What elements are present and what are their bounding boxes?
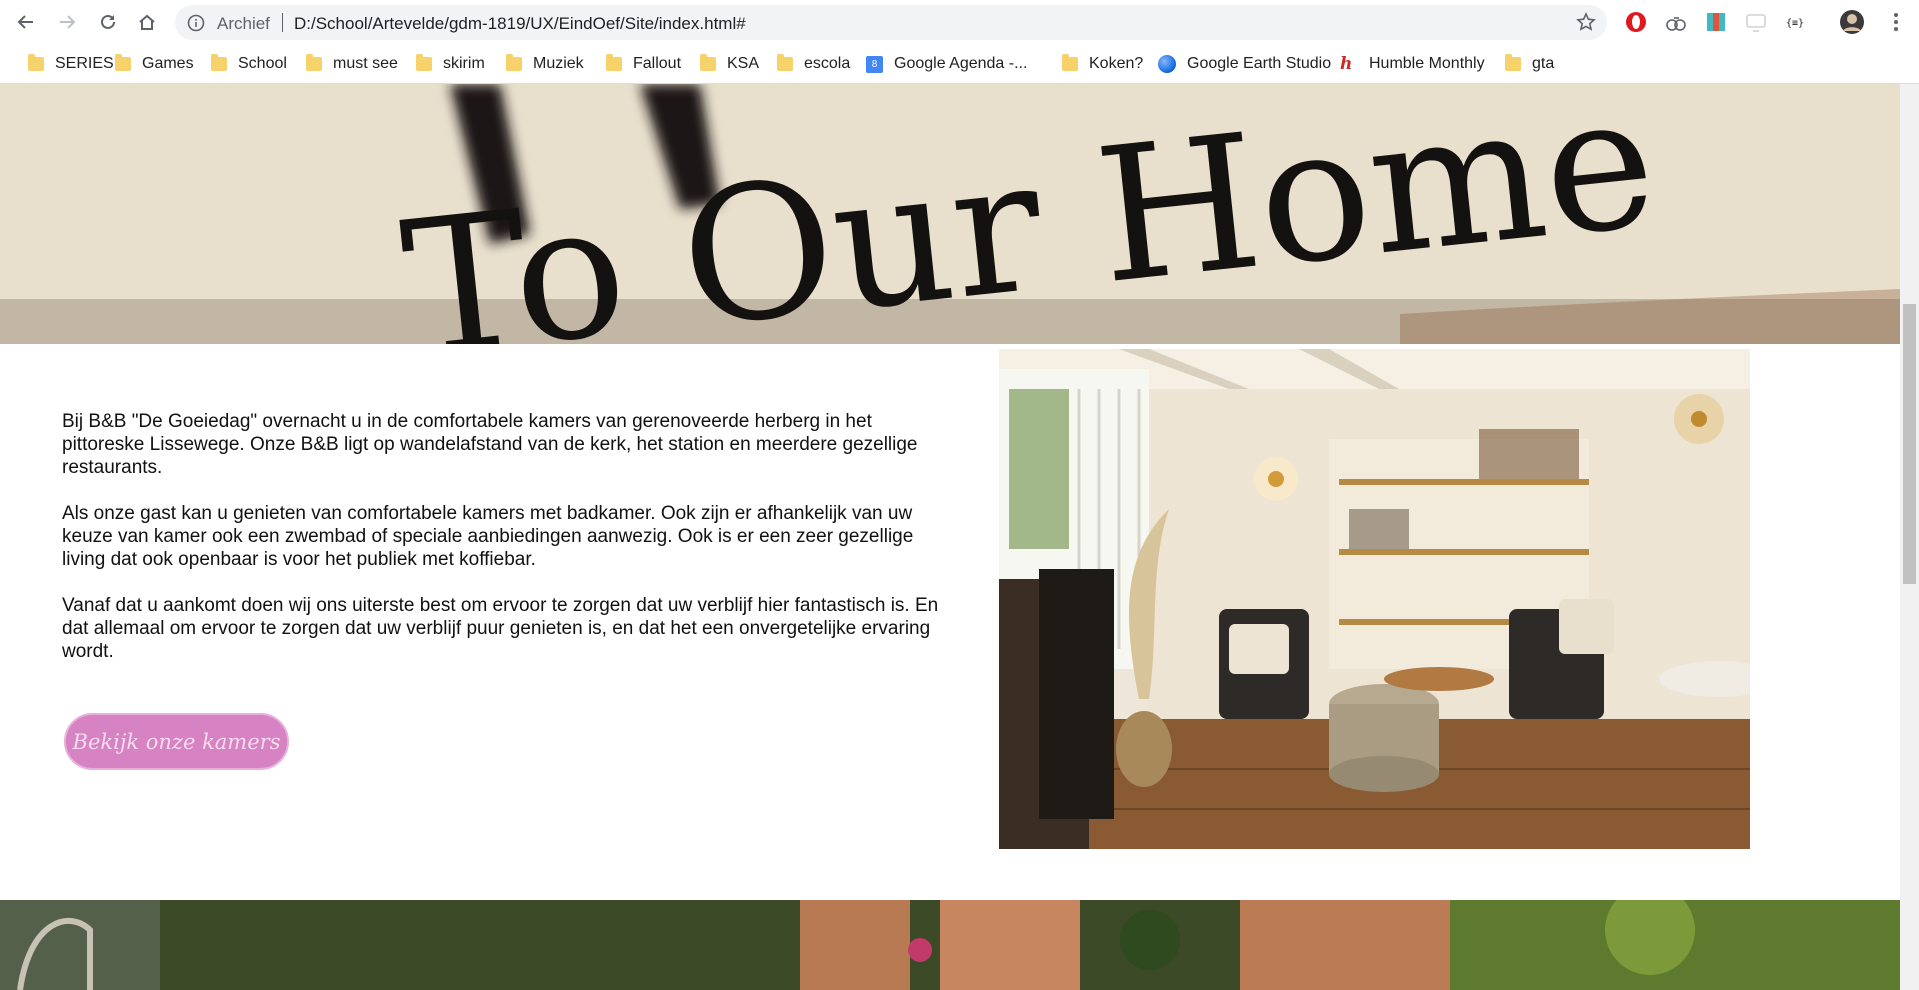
arrow-right-icon: [60, 15, 76, 29]
back-button[interactable]: [10, 6, 42, 38]
bookmark-google-agenda[interactable]: 8 Google Agenda -...: [866, 53, 1027, 75]
garden-photo-strip: [0, 900, 1900, 990]
bookmark-school[interactable]: School: [211, 53, 287, 75]
forward-button[interactable]: [51, 6, 83, 38]
profile-icon[interactable]: [1839, 9, 1865, 35]
intro-paragraph: Bij B&B "De Goeiedag" overnacht u in de …: [62, 411, 918, 478]
bookmark-must-see[interactable]: must see: [306, 53, 398, 75]
reload-button[interactable]: [92, 6, 124, 38]
folder-icon: [700, 54, 716, 71]
address-bar[interactable]: Archief D:/School/Artevelde/gdm-1819/UX/…: [175, 5, 1607, 40]
home-icon: [139, 14, 155, 30]
bookmark-series[interactable]: SERIES: [28, 53, 114, 75]
home-button[interactable]: [131, 6, 163, 38]
bookmark-fallout[interactable]: Fallout: [606, 53, 681, 75]
earth-icon: [1158, 55, 1176, 73]
address-scheme-label: Archief: [217, 14, 270, 33]
intro-paragraph: Als onze gast kan u genieten van comfort…: [62, 503, 914, 570]
hero-sign-image: To Our Home: [0, 84, 1900, 344]
intro-paragraph: Vanaf dat u aankomt doen wij ons uiterst…: [62, 595, 939, 662]
bookmark-muziek[interactable]: Muziek: [506, 53, 584, 75]
extension-icon[interactable]: [1745, 11, 1767, 33]
info-icon[interactable]: [187, 14, 205, 37]
folder-icon: [1505, 54, 1521, 71]
bookmark-games[interactable]: Games: [115, 53, 194, 75]
menu-kebab-icon[interactable]: [1885, 11, 1907, 33]
bookmark-humble-monthly[interactable]: h Humble Monthly: [1340, 53, 1485, 75]
address-divider: [282, 13, 283, 32]
bookmark-escola[interactable]: escola: [777, 53, 850, 75]
opera-icon[interactable]: [1625, 11, 1647, 33]
humble-icon: h: [1340, 54, 1353, 74]
bookmarks-bar: SERIES Games School must see skirim Muzi…: [0, 45, 1919, 84]
folder-icon: [28, 54, 44, 71]
folder-icon: [115, 54, 131, 71]
reload-icon: [101, 14, 115, 29]
bookmark-koken[interactable]: Koken?: [1062, 53, 1143, 75]
folder-icon: [416, 54, 432, 71]
extension-icon[interactable]: [1705, 11, 1727, 33]
view-rooms-button[interactable]: Bekijk onze kamers: [64, 713, 289, 770]
living-room-photo: [999, 349, 1750, 849]
folder-icon: [506, 54, 522, 71]
welcome-sign-illustration: To Our Home: [0, 84, 1900, 344]
calendar-icon: 8: [866, 55, 883, 73]
page-scrollbar[interactable]: [1900, 84, 1919, 990]
bookmark-skirim[interactable]: skirim: [416, 53, 485, 75]
folder-icon: [777, 54, 793, 71]
page-viewport: To Our Home Bij B&B "De Goeiedag" overna…: [0, 84, 1900, 990]
browser-toolbar: Archief D:/School/Artevelde/gdm-1819/UX/…: [0, 0, 1919, 45]
folder-icon: [606, 54, 622, 71]
scrollbar-thumb[interactable]: [1903, 304, 1916, 584]
star-icon[interactable]: [1576, 12, 1596, 37]
bookmark-gta[interactable]: gta: [1505, 53, 1554, 75]
arrow-left-icon: [17, 15, 33, 29]
folder-icon: [306, 54, 322, 71]
bookmark-ksa[interactable]: KSA: [700, 53, 759, 75]
svg-text:{≡}: {≡}: [1786, 18, 1804, 29]
json-icon[interactable]: {≡}: [1784, 11, 1806, 33]
address-url[interactable]: D:/School/Artevelde/gdm-1819/UX/EindOef/…: [294, 14, 746, 34]
bookmark-google-earth-studio[interactable]: Google Earth Studio: [1158, 53, 1331, 75]
folder-icon: [211, 54, 227, 71]
folder-icon: [1062, 54, 1078, 71]
intro-text: Bij B&B "De Goeiedag" overnacht u in de …: [62, 410, 942, 686]
extension-icon[interactable]: [1665, 11, 1687, 33]
